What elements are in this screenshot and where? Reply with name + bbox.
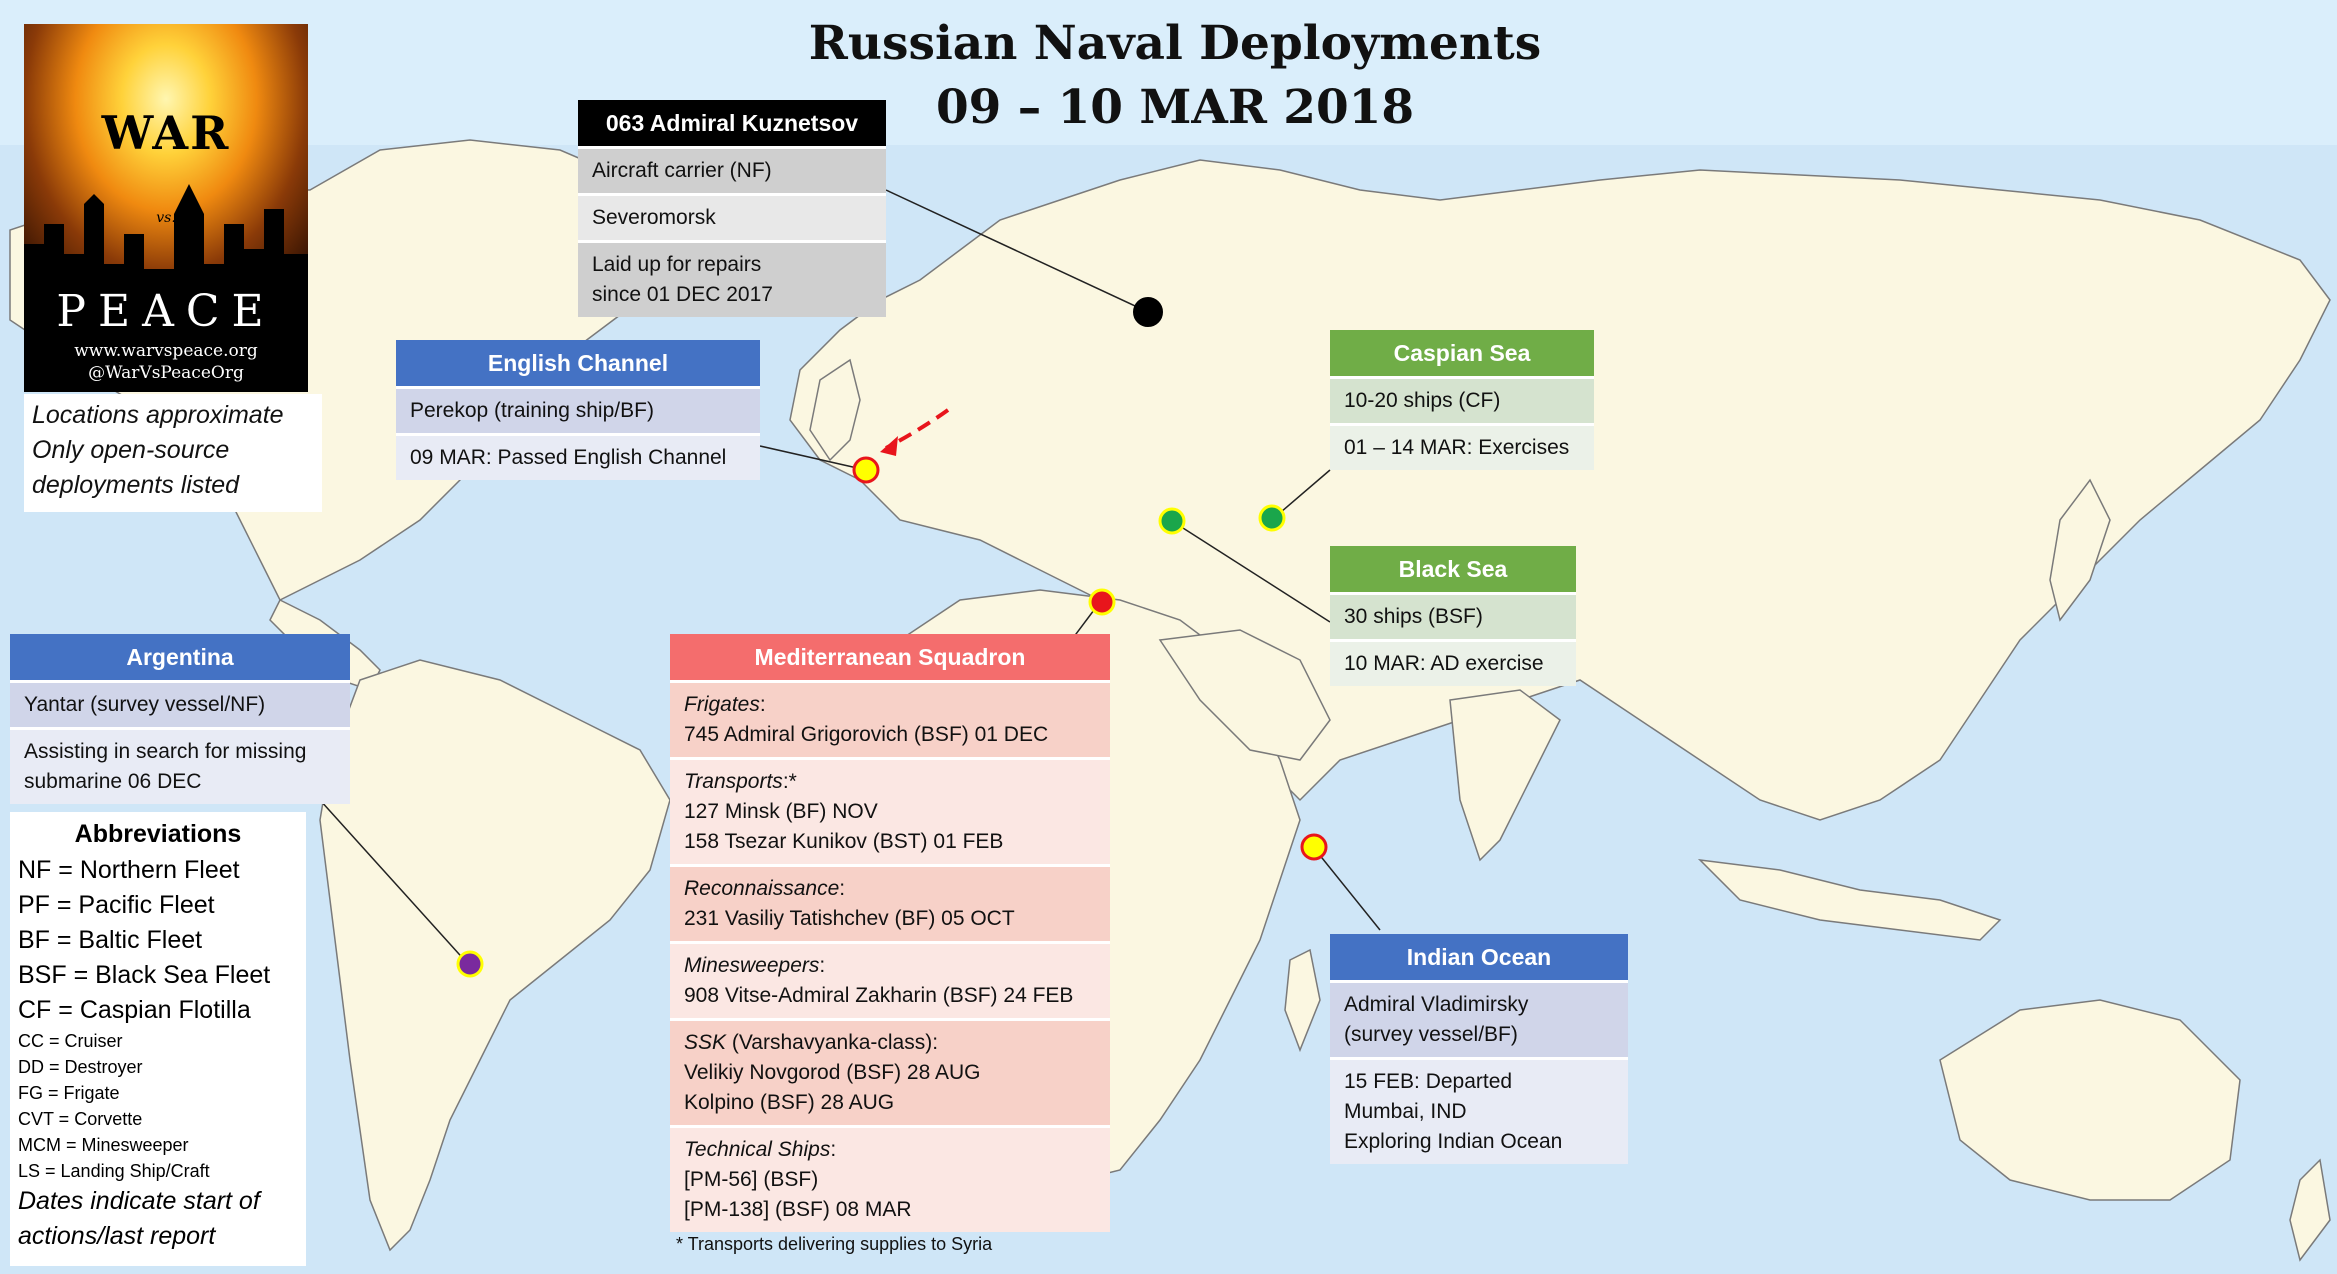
note-line1: Locations approximate	[32, 401, 284, 429]
med-line: Velikiy Novgorod (BSF) 28 AUG	[684, 1061, 981, 1084]
med-category-suffix: :	[830, 1138, 837, 1161]
logo-vs-text: vs.	[156, 210, 176, 226]
marker-kuznetsov	[1133, 297, 1163, 327]
english-channel-row: 09 MAR: Passed English Channel	[396, 433, 760, 480]
logo-handle: @WarVsPeaceOrg	[88, 363, 244, 383]
med-line: [PM-138] (BSF) 08 MAR	[684, 1198, 912, 1221]
note-line3: deployments listed	[32, 471, 240, 499]
argentina-row: submarine 06 DEC	[24, 770, 202, 793]
med-section: Transports:* 127 Minsk (BF) NOV 158 Tsez…	[670, 757, 1110, 864]
abbr-minor: LS = Landing Ship/Craft	[18, 1161, 210, 1181]
abbr-major: BSF = Black Sea Fleet	[18, 961, 271, 989]
med-category-suffix: :	[759, 693, 766, 716]
logo-peace-text: PEACE	[56, 286, 276, 337]
argentina-header: Argentina	[10, 634, 350, 680]
med-category: Frigates	[684, 693, 760, 716]
abbr-major: BF = Baltic Fleet	[18, 926, 203, 954]
abbr-major: NF = Northern Fleet	[18, 856, 240, 884]
abbr-minor: FG = Frigate	[18, 1083, 120, 1103]
indian-ocean-row-group: 15 FEB: Departed Mumbai, IND Exploring I…	[1330, 1057, 1628, 1164]
abbr-note: Dates indicate start of	[18, 1187, 260, 1215]
note-line2: Only open-source	[32, 436, 230, 464]
abbr-minor: MCM = Minesweeper	[18, 1135, 189, 1155]
indian-ocean-row: Exploring Indian Ocean	[1344, 1130, 1563, 1153]
english-channel-box: English Channel Perekop (training ship/B…	[396, 340, 760, 480]
kuznetsov-row: since 01 DEC 2017	[592, 283, 773, 306]
abbreviations-panel: Abbreviations NF = Northern Fleet PF = P…	[10, 812, 306, 1266]
kuznetsov-row: Aircraft carrier (NF)	[578, 146, 886, 193]
title-line1: Russian Naval Deployments	[808, 16, 1542, 71]
abbr-major: PF = Pacific Fleet	[18, 891, 215, 919]
kuznetsov-row: Laid up for repairs	[592, 253, 762, 276]
med-section: Frigates: 745 Admiral Grigorovich (BSF) …	[670, 680, 1110, 757]
abbreviations-header: Abbreviations	[74, 820, 242, 848]
war-vs-peace-logo: WAR vs. PEACE www.warvspeace.org @WarVsP…	[24, 24, 308, 392]
black-sea-row: 30 ships (BSF)	[1330, 592, 1576, 639]
med-section: Minesweepers: 908 Vitse-Admiral Zakharin…	[670, 941, 1110, 1018]
kuznetsov-box: 063 Admiral Kuznetsov Aircraft carrier (…	[578, 100, 886, 317]
med-category-suffix: :	[839, 877, 846, 900]
caspian-row: 10-20 ships (CF)	[1330, 376, 1594, 423]
kuznetsov-row-group: Laid up for repairs since 01 DEC 2017	[578, 240, 886, 317]
med-category-suffix: :*	[782, 770, 797, 793]
world-map	[0, 0, 2337, 1274]
med-category: Reconnaissance	[684, 877, 840, 900]
marker-med	[1088, 588, 1116, 616]
abbr-minor: CVT = Corvette	[18, 1109, 143, 1129]
indian-ocean-row: 15 FEB: Departed	[1344, 1070, 1513, 1093]
argentina-box: Argentina Yantar (survey vessel/NF) Assi…	[10, 634, 350, 804]
indian-ocean-row-group: Admiral Vladimirsky (survey vessel/BF)	[1330, 980, 1628, 1057]
marker-indian-ocean	[1300, 833, 1328, 861]
med-line: 127 Minsk (BF) NOV	[684, 800, 878, 823]
marker-black-sea	[1158, 507, 1186, 535]
med-category-suffix: (Varshavyanka-class):	[726, 1031, 939, 1054]
logo-url: www.warvspeace.org	[74, 341, 258, 361]
indian-ocean-box: Indian Ocean Admiral Vladimirsky (survey…	[1330, 934, 1628, 1164]
med-category-suffix: :	[819, 954, 826, 977]
argentina-row: Assisting in search for missing	[24, 740, 307, 763]
kuznetsov-row: Severomorsk	[578, 193, 886, 240]
med-category: SSK	[684, 1031, 727, 1054]
logo-war-text: WAR	[101, 106, 231, 160]
med-line: 158 Tsezar Kunikov (BST) 01 FEB	[684, 830, 1004, 853]
kuznetsov-header: 063 Admiral Kuznetsov	[578, 100, 886, 146]
indian-ocean-row: Mumbai, IND	[1344, 1100, 1467, 1123]
english-channel-header: English Channel	[396, 340, 760, 386]
med-line: Kolpino (BSF) 28 AUG	[684, 1091, 895, 1114]
med-line: [PM-56] (BSF)	[684, 1168, 819, 1191]
med-section: SSK (Varshavyanka-class): Velikiy Novgor…	[670, 1018, 1110, 1125]
argentina-row-group: Assisting in search for missing submarin…	[10, 727, 350, 804]
disclaimer-note: Locations approximate Only open-source d…	[24, 394, 322, 512]
med-section: Technical Ships: [PM-56] (BSF) [PM-138] …	[670, 1125, 1110, 1232]
marker-argentina	[456, 950, 484, 978]
english-channel-row: Perekop (training ship/BF)	[396, 386, 760, 433]
argentina-row: Yantar (survey vessel/NF)	[10, 680, 350, 727]
med-line: 745 Admiral Grigorovich (BSF) 01 DEC	[684, 723, 1049, 746]
marker-english-channel	[852, 456, 880, 484]
black-sea-header: Black Sea	[1330, 546, 1576, 592]
med-section: Reconnaissance: 231 Vasiliy Tatishchev (…	[670, 864, 1110, 941]
abbr-minor: DD = Destroyer	[18, 1057, 143, 1077]
med-category: Transports	[684, 770, 783, 793]
abbr-minor: CC = Cruiser	[18, 1031, 123, 1051]
marker-caspian	[1258, 504, 1286, 532]
caspian-header: Caspian Sea	[1330, 330, 1594, 376]
caspian-row: 01 – 14 MAR: Exercises	[1330, 423, 1594, 470]
mediterranean-header: Mediterranean Squadron	[670, 634, 1110, 680]
abbr-major: CF = Caspian Flotilla	[18, 996, 251, 1024]
med-line: 231 Vasiliy Tatishchev (BF) 05 OCT	[684, 907, 1015, 930]
black-sea-box: Black Sea 30 ships (BSF) 10 MAR: AD exer…	[1330, 546, 1576, 686]
logo-site: www.warvspeace.org @WarVsPeaceOrg	[24, 340, 308, 384]
black-sea-row: 10 MAR: AD exercise	[1330, 639, 1576, 686]
med-category: Technical Ships	[684, 1138, 831, 1161]
caspian-box: Caspian Sea 10-20 ships (CF) 01 – 14 MAR…	[1330, 330, 1594, 470]
indian-ocean-row: (survey vessel/BF)	[1344, 1023, 1518, 1046]
mediterranean-box: Mediterranean Squadron Frigates: 745 Adm…	[670, 634, 1110, 1232]
med-line: 908 Vitse-Admiral Zakharin (BSF) 24 FEB	[684, 984, 1074, 1007]
indian-ocean-row: Admiral Vladimirsky	[1344, 993, 1529, 1016]
med-footnote: * Transports delivering supplies to Syri…	[676, 1234, 993, 1254]
indian-ocean-header: Indian Ocean	[1330, 934, 1628, 980]
abbr-note: actions/last report	[18, 1222, 216, 1250]
med-category: Minesweepers	[684, 954, 820, 977]
